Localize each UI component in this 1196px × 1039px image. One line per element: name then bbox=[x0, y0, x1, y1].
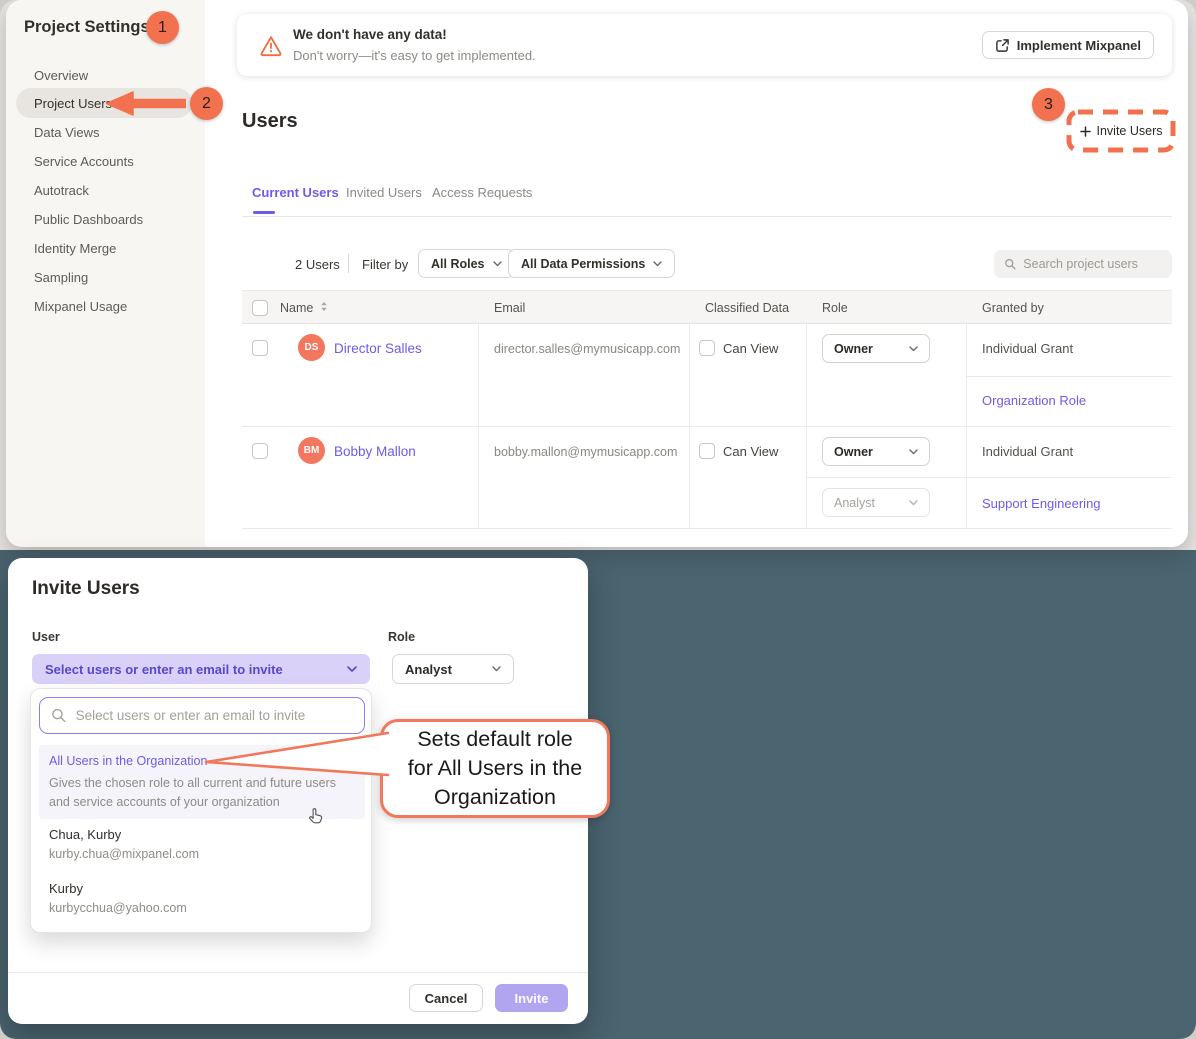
search-project-users[interactable] bbox=[994, 250, 1172, 278]
modal-title: Invite Users bbox=[32, 578, 140, 600]
user-email: director.salles@mymusicapp.com bbox=[494, 342, 680, 356]
user-search-input[interactable] bbox=[76, 708, 353, 723]
chevron-down-icon bbox=[909, 500, 918, 506]
chevron-down-icon bbox=[492, 666, 501, 672]
can-view-label: Can View bbox=[723, 444, 778, 459]
sidebar-item-project-users[interactable]: Project Users bbox=[34, 96, 112, 111]
support-engineering-link[interactable]: Support Engineering bbox=[982, 496, 1101, 511]
filter-by-label: Filter by bbox=[362, 257, 408, 272]
step-2-marker: 2 bbox=[190, 87, 223, 120]
users-section-title: Users bbox=[242, 110, 298, 133]
table-row: BM Bobby Mallon bobby.mallon@mymusicapp.… bbox=[242, 427, 1172, 529]
avatar: DS bbox=[298, 334, 325, 361]
option-user[interactable]: Chua, Kurby kurby.chua@mixpanel.com bbox=[49, 827, 199, 861]
granted-by-value: Individual Grant bbox=[982, 444, 1073, 459]
sidebar-item-identity-merge[interactable]: Identity Merge bbox=[34, 241, 116, 256]
user-count: 2 Users bbox=[295, 257, 340, 272]
role-dropdown[interactable]: Analyst bbox=[392, 654, 514, 684]
column-header-role: Role bbox=[822, 301, 848, 315]
filter-separator bbox=[348, 254, 349, 273]
implement-mixpanel-label: Implement Mixpanel bbox=[1017, 38, 1141, 53]
implement-mixpanel-button[interactable]: Implement Mixpanel bbox=[982, 31, 1154, 59]
external-link-icon bbox=[995, 38, 1010, 53]
table-row: DS Director Salles director.salles@mymus… bbox=[242, 324, 1172, 427]
search-icon bbox=[51, 707, 67, 724]
sidebar-item-data-views[interactable]: Data Views bbox=[34, 125, 100, 140]
permissions-filter-value: All Data Permissions bbox=[521, 257, 645, 271]
screenshot-root: Project Settings Overview Project Users … bbox=[0, 0, 1196, 1039]
user-email: bobby.mallon@mymusicapp.com bbox=[494, 445, 677, 459]
warning-icon bbox=[259, 34, 283, 57]
callout-tail bbox=[200, 724, 392, 782]
roles-filter-value: All Roles bbox=[431, 257, 485, 271]
chevron-down-icon bbox=[909, 346, 918, 352]
granted-by-value: Individual Grant bbox=[982, 341, 1073, 356]
chevron-down-icon bbox=[347, 666, 357, 673]
can-view-checkbox[interactable] bbox=[699, 443, 715, 459]
row-checkbox[interactable] bbox=[252, 340, 268, 356]
no-data-banner: We don't have any data! Don't worry—it's… bbox=[237, 14, 1172, 76]
permissions-filter-dropdown[interactable]: All Data Permissions bbox=[508, 249, 675, 278]
user-name-link[interactable]: Director Salles bbox=[334, 341, 422, 356]
row-checkbox[interactable] bbox=[252, 443, 268, 459]
user-multiselect[interactable]: Select users or enter an email to invite bbox=[32, 654, 370, 684]
tab-current-users[interactable]: Current Users bbox=[252, 185, 339, 200]
users-table: Name Email Classified Data Role Granted … bbox=[242, 290, 1172, 529]
tab-access-requests[interactable]: Access Requests bbox=[432, 185, 532, 200]
search-icon bbox=[1004, 257, 1016, 271]
banner-title: We don't have any data! bbox=[293, 27, 447, 42]
avatar: BM bbox=[298, 437, 325, 464]
user-name-link[interactable]: Bobby Mallon bbox=[334, 444, 416, 459]
role-field-label: Role bbox=[388, 630, 415, 644]
page-title: Project Settings bbox=[24, 18, 150, 37]
roles-filter-dropdown[interactable]: All Roles bbox=[418, 249, 515, 278]
active-tab-underline bbox=[253, 211, 275, 214]
invite-users-label: Invite Users bbox=[1097, 124, 1163, 138]
tabs-divider bbox=[242, 216, 1172, 217]
column-header-granted-by: Granted by bbox=[982, 301, 1044, 315]
tab-invited-users[interactable]: Invited Users bbox=[346, 185, 422, 200]
secondary-role-select: Analyst bbox=[822, 488, 930, 517]
sidebar-item-overview[interactable]: Overview bbox=[34, 68, 88, 83]
hand-cursor-icon bbox=[306, 806, 325, 827]
can-view-checkbox[interactable] bbox=[699, 340, 715, 356]
sidebar-item-sampling[interactable]: Sampling bbox=[34, 270, 88, 285]
column-header-email: Email bbox=[494, 301, 525, 315]
chevron-down-icon bbox=[909, 449, 918, 455]
sidebar-item-public-dashboards[interactable]: Public Dashboards bbox=[34, 212, 143, 227]
sidebar-item-autotrack[interactable]: Autotrack bbox=[34, 183, 89, 198]
search-project-users-input[interactable] bbox=[1023, 257, 1162, 271]
select-all-checkbox[interactable] bbox=[252, 300, 268, 316]
sidebar-item-mixpanel-usage[interactable]: Mixpanel Usage bbox=[34, 299, 127, 314]
chevron-down-icon bbox=[653, 261, 662, 267]
callout-bubble: Sets default role for All Users in the O… bbox=[380, 719, 610, 818]
invite-users-button[interactable]: Invite Users bbox=[1066, 109, 1176, 153]
option-user[interactable]: Kurby kurbycchua@yahoo.com bbox=[49, 881, 187, 915]
role-select[interactable]: Owner bbox=[822, 437, 930, 466]
project-settings-page: Project Settings Overview Project Users … bbox=[6, 0, 1188, 547]
table-header-row: Name Email Classified Data Role Granted … bbox=[242, 290, 1172, 324]
cancel-button[interactable]: Cancel bbox=[409, 984, 483, 1012]
organization-role-link[interactable]: Organization Role bbox=[982, 393, 1086, 408]
column-header-name[interactable]: Name bbox=[280, 301, 328, 315]
plus-icon bbox=[1080, 126, 1091, 137]
invite-button[interactable]: Invite bbox=[495, 984, 568, 1012]
step-3-marker: 3 bbox=[1032, 88, 1065, 121]
sidebar-item-service-accounts[interactable]: Service Accounts bbox=[34, 154, 134, 169]
arrow-left-icon bbox=[104, 90, 186, 117]
banner-subtitle: Don't worry—it's easy to get implemented… bbox=[293, 48, 536, 63]
user-field-label: User bbox=[32, 630, 60, 644]
modal-footer-divider bbox=[8, 972, 588, 973]
chevron-down-icon bbox=[493, 261, 502, 267]
role-select[interactable]: Owner bbox=[822, 334, 930, 363]
sort-icon bbox=[320, 301, 328, 312]
sidebar: Project Settings Overview Project Users … bbox=[6, 0, 205, 547]
can-view-label: Can View bbox=[723, 341, 778, 356]
column-header-classified: Classified Data bbox=[705, 301, 789, 315]
step-1-marker: 1 bbox=[146, 11, 179, 44]
